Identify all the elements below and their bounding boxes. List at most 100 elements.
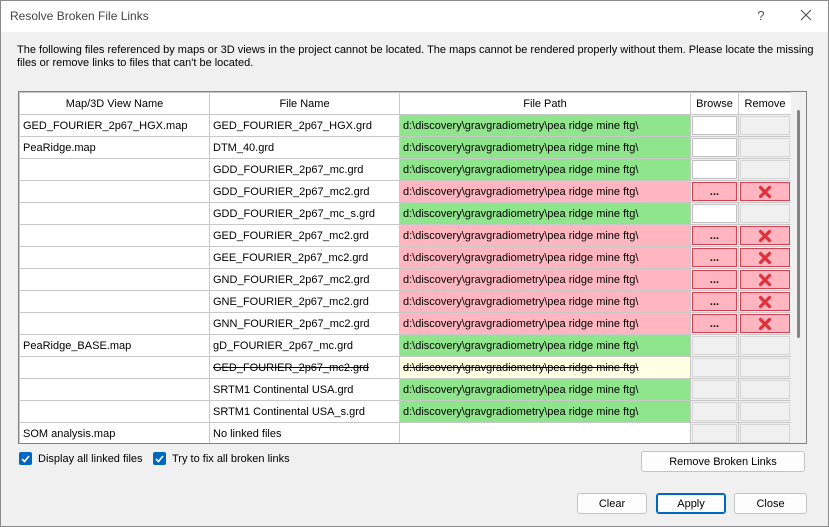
remove-link-button[interactable] (740, 336, 790, 355)
file-path-cell[interactable]: d:\discovery\gravgradiometry\pea ridge m… (399, 334, 691, 357)
remove-link-button[interactable] (740, 270, 790, 289)
table-row[interactable]: SRTM1 Continental USA_s.grd d:\discovery\… (19, 400, 792, 423)
file-path-cell[interactable]: d:\discovery\gravgradiometry\pea ridge m… (399, 400, 691, 423)
file-name-text: GDD_FOURIER_2p67_mc.grd (213, 163, 364, 176)
browse-button[interactable] (692, 204, 737, 223)
table-row[interactable]: GND_FOURIER_2p67_mc2.grd d:\discovery\gra… (19, 268, 792, 291)
file-path-cell[interactable]: d:\discovery\gravgradiometry\pea ridge m… (399, 136, 691, 159)
browse-button[interactable]: ... (692, 182, 737, 201)
map-name-cell (19, 400, 210, 423)
file-path-cell[interactable]: d:\discovery\gravgradiometry\pea ridge m… (399, 356, 691, 379)
file-path-cell[interactable]: d:\discovery\gravgradiometry\pea ridge m… (399, 224, 691, 247)
help-button[interactable]: ? (747, 5, 775, 27)
remove-link-button[interactable] (740, 358, 790, 377)
file-path-cell[interactable]: d:\discovery\gravgradiometry\pea ridge m… (399, 290, 691, 313)
browse-button[interactable]: ... (692, 248, 737, 267)
remove-link-button[interactable] (740, 116, 790, 135)
display-all-checkbox[interactable]: Display all linked files (19, 452, 143, 465)
file-path-cell[interactable]: d:\discovery\gravgradiometry\pea ridge m… (399, 246, 691, 269)
remove-cell (738, 246, 792, 269)
browse-cell: ... (690, 180, 739, 203)
red-x-icon (758, 229, 772, 242)
browse-button[interactable] (692, 424, 737, 443)
table-row[interactable]: GDD_FOURIER_2p67_mc_s.grd d:\discovery\gr… (19, 202, 792, 225)
title-bar: Resolve Broken File Links ? (1, 1, 828, 32)
column-header-browse[interactable]: Browse (690, 92, 739, 115)
file-name-text: GEE_FOURIER_2p67_mc2.grd (213, 251, 369, 264)
remove-cell (738, 224, 792, 247)
file-path-cell[interactable]: d:\discovery\gravgradiometry\pea ridge m… (399, 378, 691, 401)
table-row[interactable]: GEE_FOURIER_2p67_mc2.grd d:\discovery\gra… (19, 246, 792, 269)
close-button[interactable]: Close (734, 493, 807, 514)
browse-button[interactable] (692, 358, 737, 377)
remove-link-button[interactable] (740, 380, 790, 399)
table-row[interactable]: GED_FOURIER_2p67_mc2.grd d:\discovery\gra… (19, 356, 792, 379)
apply-button[interactable]: Apply (656, 493, 726, 514)
remove-link-button[interactable] (740, 182, 790, 201)
remove-link-button[interactable] (740, 402, 790, 421)
browse-button[interactable]: ... (692, 270, 737, 289)
browse-button[interactable]: ... (692, 292, 737, 311)
remove-link-button[interactable] (740, 160, 790, 179)
remove-link-button[interactable] (740, 204, 790, 223)
file-path-cell[interactable]: d:\discovery\gravgradiometry\pea ridge m… (399, 114, 691, 137)
remove-link-button[interactable] (740, 424, 790, 443)
file-name-text: GDD_FOURIER_2p67_mc2.grd (213, 185, 370, 198)
file-path-cell[interactable]: d:\discovery\gravgradiometry\pea ridge m… (399, 312, 691, 335)
browse-button[interactable]: ... (692, 314, 737, 333)
remove-broken-links-button[interactable]: Remove Broken Links (641, 451, 805, 472)
table-row[interactable]: GDD_FOURIER_2p67_mc2.grd d:\discovery\gra… (19, 180, 792, 203)
file-name-cell: GEE_FOURIER_2p67_mc2.grd (209, 246, 400, 269)
column-header-file-path[interactable]: File Path (399, 92, 691, 115)
remove-link-button[interactable] (740, 138, 790, 157)
table-row[interactable]: PeaRidge_BASE.map gD_FOURIER_2p67_mc.grd d… (19, 334, 792, 357)
file-path-cell[interactable] (399, 422, 691, 443)
column-header-map[interactable]: Map/3D View Name (19, 92, 210, 115)
browse-button[interactable] (692, 336, 737, 355)
browse-button[interactable] (692, 116, 737, 135)
dialog-title: Resolve Broken File Links (10, 9, 149, 23)
column-header-file-name[interactable]: File Name (209, 92, 400, 115)
browse-button[interactable] (692, 138, 737, 157)
browse-button[interactable] (692, 380, 737, 399)
file-path-cell[interactable]: d:\discovery\gravgradiometry\pea ridge m… (399, 268, 691, 291)
remove-cell (738, 180, 792, 203)
file-path-cell[interactable]: d:\discovery\gravgradiometry\pea ridge m… (399, 202, 691, 225)
close-window-button[interactable] (791, 5, 821, 27)
file-name-cell: GED_FOURIER_2p67_mc2.grd (209, 224, 400, 247)
browse-button[interactable] (692, 160, 737, 179)
table-row[interactable]: GED_FOURIER_2p67_HGX.map GED_FOURIER_2p67… (19, 114, 792, 137)
vertical-scrollbar[interactable] (791, 92, 806, 443)
clear-button[interactable]: Clear (577, 493, 647, 514)
browse-label: ... (709, 251, 720, 264)
file-path-text: d:\discovery\gravgradiometry\pea ridge m… (403, 405, 639, 418)
table-row[interactable]: SOM analysis.map No linked files (19, 422, 792, 443)
map-name-cell: PeaRidge_BASE.map (19, 334, 210, 357)
table-row[interactable]: SRTM1 Continental USA.grd d:\discovery\gr… (19, 378, 792, 401)
map-name-cell (19, 246, 210, 269)
browse-cell: ... (690, 312, 739, 335)
browse-cell (690, 202, 739, 225)
file-path-cell[interactable]: d:\discovery\gravgradiometry\pea ridge m… (399, 158, 691, 181)
table-row[interactable]: GDD_FOURIER_2p67_mc.grd d:\discovery\grav… (19, 158, 792, 181)
browse-cell (690, 422, 739, 443)
file-name-cell: GNN_FOURIER_2p67_mc2.grd (209, 312, 400, 335)
try-fix-checkbox[interactable]: Try to fix all broken links (153, 452, 290, 465)
scrollbar-thumb[interactable] (797, 110, 800, 338)
column-header-remove[interactable]: Remove (738, 92, 792, 115)
table-row[interactable]: PeaRidge.map DTM_40.grd d:\discovery\gravg… (19, 136, 792, 159)
table-row[interactable]: GNN_FOURIER_2p67_mc2.grd d:\discovery\gra… (19, 312, 792, 335)
file-name-cell: GNE_FOURIER_2p67_mc2.grd (209, 290, 400, 313)
map-name-cell: PeaRidge.map (19, 136, 210, 159)
browse-button[interactable] (692, 402, 737, 421)
remove-link-button[interactable] (740, 292, 790, 311)
table-row[interactable]: GNE_FOURIER_2p67_mc2.grd d:\discovery\gra… (19, 290, 792, 313)
table-row[interactable]: GED_FOURIER_2p67_mc2.grd d:\discovery\gra… (19, 224, 792, 247)
file-path-cell[interactable]: d:\discovery\gravgradiometry\pea ridge m… (399, 180, 691, 203)
remove-link-button[interactable] (740, 248, 790, 267)
browse-button[interactable]: ... (692, 226, 737, 245)
remove-link-button[interactable] (740, 226, 790, 245)
browse-cell: ... (690, 290, 739, 313)
remove-link-button[interactable] (740, 314, 790, 333)
map-name-cell (19, 180, 210, 203)
